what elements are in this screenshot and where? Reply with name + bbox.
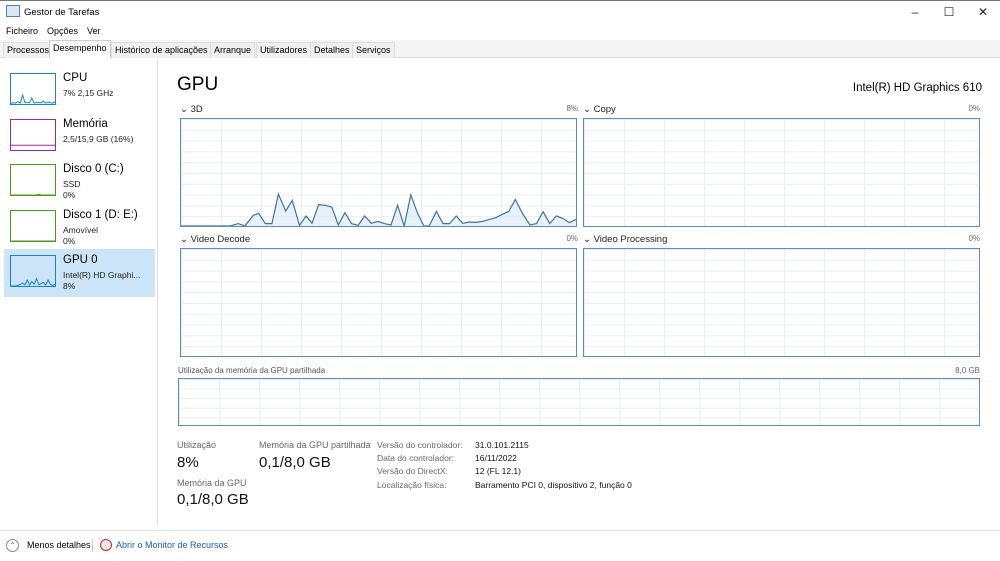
- sidebar-item-cpu[interactable]: CPU 7% 2,15 GHz: [4, 67, 155, 115]
- graph-video-processing: [583, 248, 980, 357]
- sparkline: [10, 73, 56, 105]
- tab-servicos[interactable]: Serviços: [352, 42, 395, 58]
- tab-desempenho[interactable]: Desempenho: [49, 40, 111, 58]
- info-value: 12 (FL 12.1): [475, 466, 521, 476]
- info-value: 31.0.101.2115: [475, 440, 529, 450]
- tab-utilizadores[interactable]: Utilizadores: [256, 42, 312, 58]
- sparkline: [10, 209, 56, 242]
- shared-memory-stat-value: 0,1/8,0 GB: [259, 454, 331, 471]
- tab-historico[interactable]: Histórico de aplicações: [111, 42, 212, 58]
- sidebar-item-detail: SSD: [63, 179, 81, 189]
- divider: [92, 539, 93, 552]
- shared-memory-max: 8,0 GB: [955, 366, 980, 375]
- sidebar-item-name: CPU: [63, 72, 88, 84]
- chevron-up-icon[interactable]: ⌃: [6, 539, 19, 552]
- tab-arranque[interactable]: Arranque: [210, 42, 256, 58]
- engine-percent-video-processing: 0%: [968, 234, 980, 243]
- page-title: GPU: [177, 74, 219, 95]
- minimize-button[interactable]: –: [900, 3, 930, 21]
- sidebar-item-name: Memória: [63, 117, 108, 130]
- engine-label-video-processing[interactable]: ⌄ Video Processing: [583, 234, 667, 245]
- sparkline-line: [11, 193, 55, 195]
- sidebar-item-detail: 2,5/15,9 GB (16%): [63, 133, 134, 144]
- engine-label-3d[interactable]: ⌄ 3D: [180, 104, 203, 115]
- sparkline: [10, 255, 56, 287]
- close-button[interactable]: ✕: [968, 3, 998, 21]
- tab-bar: Processos Desempenho Histórico de aplica…: [0, 40, 1000, 58]
- sparkline-line: [11, 93, 55, 104]
- info-label: Data do controlador:: [377, 453, 455, 463]
- info-label: Versão do controlador:: [377, 440, 463, 450]
- sidebar-item-disco-0-c[interactable]: Disco 0 (C:) SSD 0%: [4, 158, 155, 206]
- less-details-button[interactable]: Menos detalhes: [27, 540, 91, 550]
- engine-name: Video Decode: [190, 234, 251, 245]
- sidebar-item-value: 8%: [63, 281, 76, 291]
- sparkline: [10, 164, 56, 196]
- engine-percent-video-decode: 0%: [566, 234, 578, 243]
- footer: ⌃ Menos detalhes Abrir o Monitor de Recu…: [0, 530, 1000, 561]
- menu-bar: Ficheiro Opções Ver: [0, 23, 1000, 39]
- info-value: Barramento PCI 0, dispositivo 2, função …: [475, 480, 632, 490]
- sidebar-item-value: 0%: [63, 235, 76, 246]
- resource-sidebar: CPU 7% 2,15 GHz Memória 2,5/15,9 GB (16%…: [0, 58, 158, 526]
- sidebar-item-mem-ria[interactable]: Memória 2,5/15,9 GB (16%): [4, 113, 155, 161]
- sidebar-item-detail: Intel(R) HD Graphi...: [63, 270, 141, 280]
- sparkline: [10, 118, 56, 151]
- resource-monitor-icon: [100, 539, 112, 551]
- gpu-model: Intel(R) HD Graphics 610: [852, 82, 982, 94]
- info-value: 16/11/2022: [475, 453, 517, 463]
- sparkline-line: [11, 277, 55, 286]
- graph-copy: [583, 118, 980, 227]
- engine-label-video-decode[interactable]: ⌄ Video Decode: [180, 234, 250, 245]
- sidebar-item-value: 0%: [63, 190, 76, 200]
- tab-detalhes[interactable]: Detalhes: [310, 42, 354, 58]
- shared-memory-stat-label: Memória da GPU partilhada: [259, 440, 371, 450]
- engine-label-copy[interactable]: ⌄ Copy: [583, 104, 616, 115]
- open-resource-monitor-link[interactable]: Abrir o Monitor de Recursos: [116, 540, 228, 550]
- window-title: Gestor de Tarefas: [24, 7, 100, 18]
- shared-memory-label: Utilização da memória da GPU partilhada: [178, 366, 326, 375]
- maximize-button[interactable]: ☐: [934, 3, 964, 21]
- engine-name: 3D: [190, 104, 203, 115]
- task-manager-icon: [6, 5, 20, 17]
- gpu-memory-value: 0,1/8,0 GB: [177, 491, 249, 508]
- menu-ficheiro[interactable]: Ficheiro: [6, 26, 38, 36]
- sidebar-item-detail: Amovível: [63, 224, 98, 235]
- engine-name: Copy: [593, 104, 616, 115]
- engine-name: Video Processing: [593, 234, 668, 245]
- sidebar-item-gpu-0[interactable]: GPU 0 Intel(R) HD Graphi... 8%: [4, 249, 155, 297]
- sidebar-item-disco-1-d-e[interactable]: Disco 1 (D: E:) Amovível 0%: [4, 204, 155, 252]
- sidebar-item-name: Disco 1 (D: E:): [63, 208, 138, 221]
- graph-shared-memory: [178, 378, 980, 426]
- utilization-value: 8%: [177, 454, 199, 471]
- engine-percent-copy: 0%: [968, 104, 980, 113]
- sidebar-item-detail: 7% 2,15 GHz: [63, 88, 114, 98]
- utilization-label: Utilização: [177, 440, 217, 450]
- graph-3d: [180, 118, 577, 227]
- engine-percent-3d: 8%: [566, 104, 578, 113]
- gpu-memory-label: Memória da GPU: [177, 478, 247, 488]
- sidebar-item-name: Disco 0 (C:): [63, 163, 124, 175]
- menu-opcoes[interactable]: Opções: [47, 26, 78, 36]
- info-label: Localização física:: [377, 480, 447, 490]
- title-bar: Gestor de Tarefas – ☐ ✕: [0, 0, 1000, 22]
- graph-video-decode: [180, 248, 577, 357]
- info-label: Versão do DirectX:: [377, 466, 448, 476]
- menu-ver[interactable]: Ver: [87, 26, 101, 36]
- sidebar-item-name: GPU 0: [63, 254, 98, 266]
- tab-processos[interactable]: Processos: [3, 42, 54, 58]
